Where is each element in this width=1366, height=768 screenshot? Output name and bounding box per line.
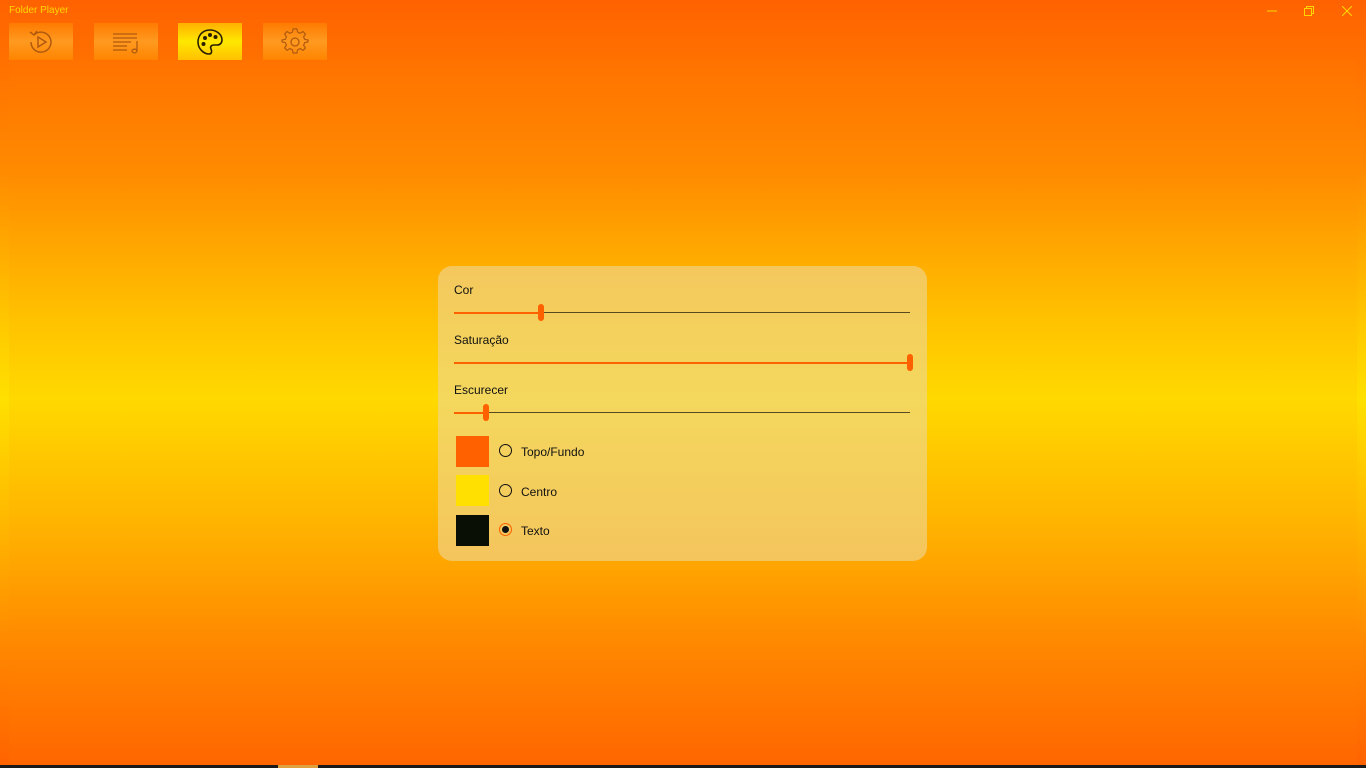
center-radio-label[interactable]: Centro bbox=[521, 485, 557, 499]
hue-slider-label: Cor bbox=[454, 283, 474, 297]
restore-button[interactable] bbox=[1291, 0, 1327, 22]
center-radio[interactable] bbox=[499, 484, 512, 497]
darken-slider[interactable] bbox=[454, 404, 910, 421]
playlist-icon bbox=[113, 32, 138, 53]
gear-icon bbox=[281, 27, 309, 54]
app-title: Folder Player bbox=[9, 5, 69, 16]
text-radio[interactable] bbox=[499, 523, 512, 536]
top-bottom-color-swatch[interactable] bbox=[456, 436, 489, 467]
hue-slider[interactable] bbox=[454, 304, 910, 321]
hue-slider-thumb[interactable] bbox=[537, 304, 544, 321]
palette-icon bbox=[197, 28, 223, 55]
replay-icon bbox=[29, 30, 52, 53]
minimize-icon bbox=[1267, 10, 1277, 12]
theme-settings-panel: Cor Saturação Escurecer Topo/Fundo Centr… bbox=[438, 266, 927, 561]
top-bottom-radio-label[interactable]: Topo/Fundo bbox=[521, 445, 584, 459]
close-button[interactable] bbox=[1329, 0, 1365, 22]
text-color-swatch[interactable] bbox=[456, 515, 489, 546]
center-color-swatch[interactable] bbox=[456, 475, 489, 506]
nav-playlist-button[interactable] bbox=[94, 23, 158, 60]
close-icon bbox=[1341, 5, 1353, 17]
nav-settings-button[interactable] bbox=[263, 23, 327, 60]
text-radio-label[interactable]: Texto bbox=[521, 524, 550, 538]
saturation-slider-thumb[interactable] bbox=[907, 354, 913, 371]
nav-theme-button[interactable] bbox=[178, 23, 242, 60]
darken-slider-thumb[interactable] bbox=[482, 404, 489, 421]
saturation-slider[interactable] bbox=[454, 354, 913, 371]
hue-slider-fill bbox=[454, 311, 541, 314]
minimize-button[interactable] bbox=[1254, 0, 1290, 22]
restore-icon bbox=[1304, 6, 1314, 16]
nav-player-button[interactable] bbox=[9, 23, 73, 60]
saturation-slider-fill bbox=[454, 361, 910, 364]
darken-slider-fill bbox=[454, 411, 486, 414]
saturation-slider-label: Saturação bbox=[454, 333, 509, 347]
top-bottom-radio[interactable] bbox=[499, 444, 512, 457]
radio-selected-dot bbox=[502, 526, 509, 533]
title-bar: Folder Player bbox=[0, 0, 1366, 22]
darken-slider-label: Escurecer bbox=[454, 383, 509, 397]
